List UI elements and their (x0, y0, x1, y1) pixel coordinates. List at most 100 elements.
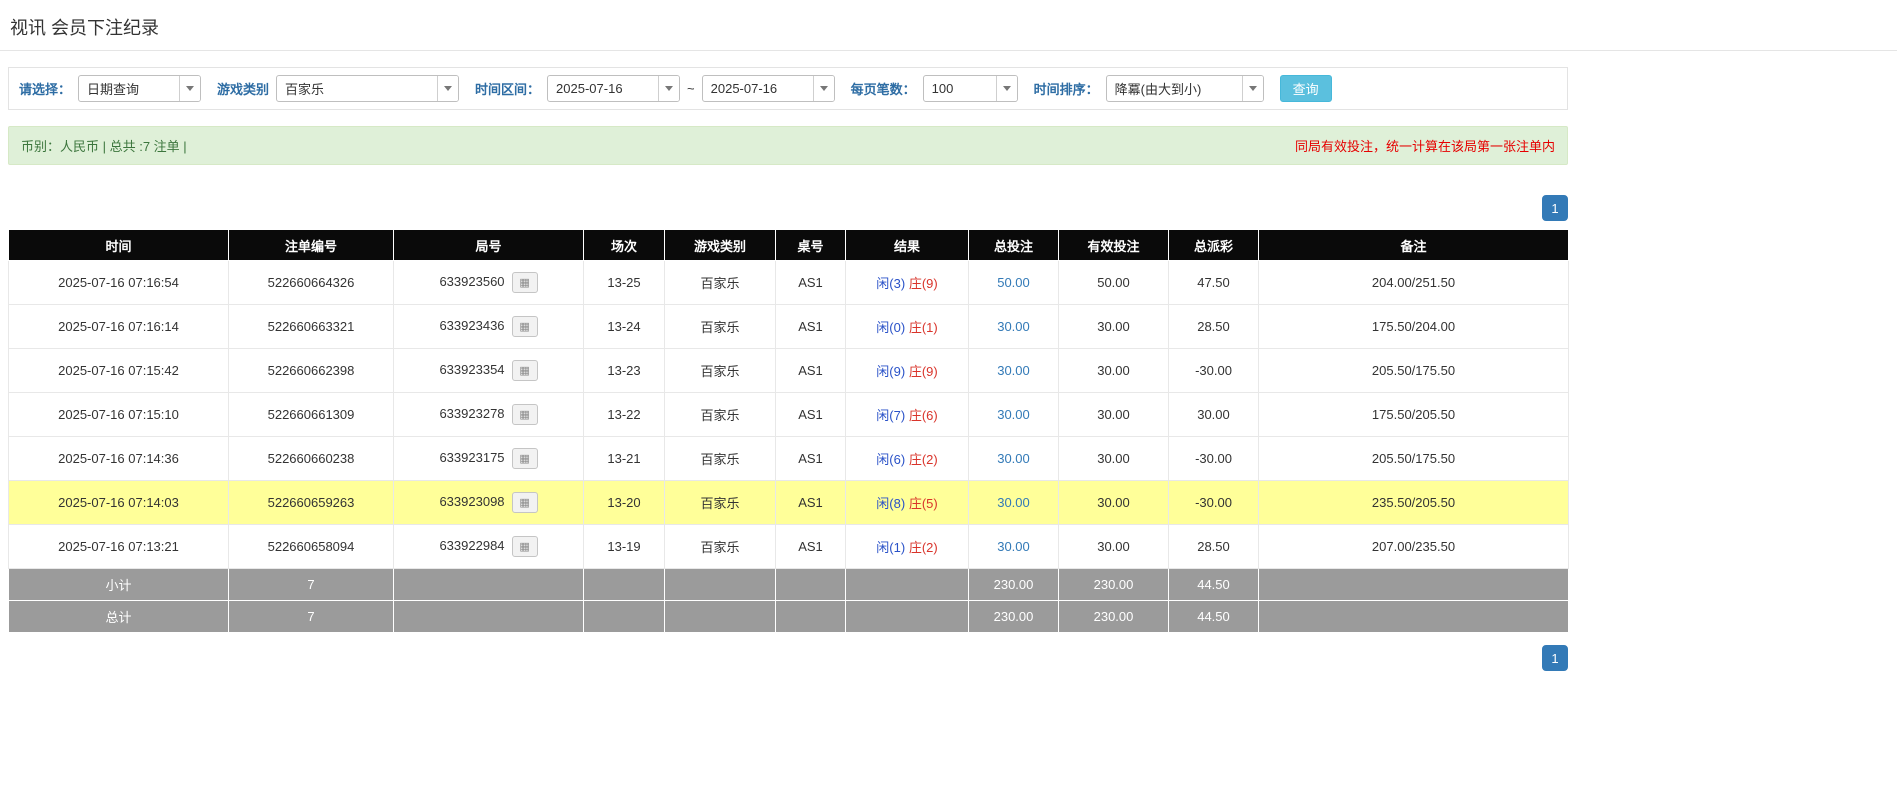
date-from-input[interactable]: 2025-07-16 (547, 75, 680, 102)
bet-table-foot: 小计7230.00230.0044.50总计7230.00230.0044.50 (9, 569, 1569, 633)
table-header-row: 时间注单编号局号场次游戏类别桌号结果总投注有效投注总派彩备注 (9, 230, 1569, 261)
total-bet-link[interactable]: 30.00 (997, 407, 1030, 422)
table-no-cell: AS1 (776, 481, 846, 525)
round-id-cell: 633923436 ▦ (394, 305, 584, 349)
total-bet-link[interactable]: 30.00 (997, 363, 1030, 378)
round-detail-icon[interactable]: ▦ (512, 536, 538, 557)
round-detail-icon[interactable]: ▦ (512, 404, 538, 425)
table-row: 2025-07-16 07:14:36522660660238633923175… (9, 437, 1569, 481)
result-cell: 闲(0) 庄(1) (846, 305, 969, 349)
round-detail-icon[interactable]: ▦ (512, 272, 538, 293)
player-result: 闲(0) (876, 320, 905, 335)
note-cell: 207.00/235.50 (1259, 525, 1569, 569)
chevron-down-icon[interactable] (437, 76, 458, 101)
table-no-cell: AS1 (776, 349, 846, 393)
banker-result: 庄(9) (909, 364, 938, 379)
total-row: 总计7230.00230.0044.50 (9, 601, 1569, 633)
bet-id-cell: 522660664326 (229, 261, 394, 305)
session-cell: 13-20 (584, 481, 665, 525)
time-cell: 2025-07-16 07:14:36 (9, 437, 229, 481)
page-1-button[interactable]: 1 (1542, 645, 1568, 671)
date-mode-value: 日期查询 (79, 76, 179, 101)
page-size-select[interactable]: 100 (923, 75, 1018, 102)
chevron-down-icon[interactable] (1242, 76, 1263, 101)
table-row: 2025-07-16 07:16:54522660664326633923560… (9, 261, 1569, 305)
bet-id-cell: 522660660238 (229, 437, 394, 481)
game-type-cell: 百家乐 (665, 481, 776, 525)
time-cell: 2025-07-16 07:16:54 (9, 261, 229, 305)
session-cell: 13-21 (584, 437, 665, 481)
filter-bar: 请选择： 日期查询 游戏类别 百家乐 时间区间： 2025-07-16 ~ 20… (8, 67, 1568, 110)
round-id-cell: 633923175▦ (394, 437, 584, 481)
total-cell (1259, 601, 1569, 633)
round-id-cell: 633923560 ▦ (394, 261, 584, 305)
filter-group-sort: 时间排序： 降冪(由大到小) (1034, 75, 1264, 102)
total-bet-link[interactable]: 30.00 (997, 451, 1030, 466)
bet-id-cell: 522660663321 (229, 305, 394, 349)
chevron-down-icon[interactable] (658, 76, 679, 101)
valid-bet-cell: 30.00 (1059, 437, 1169, 481)
player-result: 闲(9) (876, 364, 905, 379)
total-bet-link[interactable]: 30.00 (997, 495, 1030, 510)
bet-id-cell: 522660659263 (229, 481, 394, 525)
total-bet-cell: 30.00 (969, 305, 1059, 349)
game-type-cell: 百家乐 (665, 305, 776, 349)
column-header: 局号 (394, 230, 584, 261)
subtotal-cell: 44.50 (1169, 569, 1259, 601)
column-header: 游戏类别 (665, 230, 776, 261)
payout-cell: 28.50 (1169, 525, 1259, 569)
banker-result: 庄(9) (909, 276, 938, 291)
subtotal-cell (584, 569, 665, 601)
table-no-cell: AS1 (776, 525, 846, 569)
chevron-down-icon[interactable] (179, 76, 200, 101)
filter-group-pagesize: 每页笔数： 100 (851, 75, 1018, 102)
player-result: 闲(3) (876, 276, 905, 291)
note-cell: 205.50/175.50 (1259, 437, 1569, 481)
time-range-label: 时间区间： (475, 79, 540, 98)
column-header: 时间 (9, 230, 229, 261)
banker-result: 庄(2) (909, 452, 938, 467)
game-type-select[interactable]: 百家乐 (276, 75, 459, 102)
date-to-input[interactable]: 2025-07-16 (702, 75, 835, 102)
chevron-down-icon[interactable] (996, 76, 1017, 101)
currency-summary-text: 币别：人民币 | 总共 :7 注单 | (21, 136, 187, 155)
sort-select[interactable]: 降冪(由大到小) (1106, 75, 1264, 102)
result-cell: 闲(7) 庄(6) (846, 393, 969, 437)
bet-records-table: 时间注单编号局号场次游戏类别桌号结果总投注有效投注总派彩备注 2025-07-1… (8, 229, 1569, 633)
filter-group-daterange: 时间区间： 2025-07-16 ~ 2025-07-16 (475, 75, 835, 102)
page-1-button[interactable]: 1 (1542, 195, 1568, 221)
payout-cell: 28.50 (1169, 305, 1259, 349)
valid-bet-cell: 30.00 (1059, 349, 1169, 393)
total-bet-cell: 30.00 (969, 393, 1059, 437)
note-cell: 235.50/205.50 (1259, 481, 1569, 525)
banker-result: 庄(5) (909, 496, 938, 511)
game-type-cell: 百家乐 (665, 393, 776, 437)
page-title: 视讯 会员下注纪录 (0, 0, 1897, 50)
total-cell: 230.00 (1059, 601, 1169, 633)
subtotal-cell (846, 569, 969, 601)
total-bet-link[interactable]: 30.00 (997, 319, 1030, 334)
round-detail-icon[interactable]: ▦ (512, 492, 538, 513)
subtotal-cell (394, 569, 584, 601)
round-id: 633922984 (439, 538, 504, 553)
valid-bet-cell: 30.00 (1059, 393, 1169, 437)
chevron-down-icon[interactable] (813, 76, 834, 101)
total-bet-link[interactable]: 30.00 (997, 539, 1030, 554)
round-id: 633923278 (439, 406, 504, 421)
round-id: 633923560 (439, 274, 504, 289)
search-button[interactable]: 查询 (1280, 75, 1332, 102)
round-detail-icon[interactable]: ▦ (512, 360, 538, 381)
valid-bet-cell: 30.00 (1059, 525, 1169, 569)
round-id: 633923436 (439, 318, 504, 333)
subtotal-cell (1259, 569, 1569, 601)
round-detail-icon[interactable]: ▦ (512, 448, 538, 469)
table-no-cell: AS1 (776, 261, 846, 305)
note-cell: 204.00/251.50 (1259, 261, 1569, 305)
total-bet-cell: 30.00 (969, 437, 1059, 481)
result-cell: 闲(6) 庄(2) (846, 437, 969, 481)
round-detail-icon[interactable]: ▦ (512, 316, 538, 337)
summary-bar: 币别：人民币 | 总共 :7 注单 | 同局有效投注，统一计算在该局第一张注单内 (8, 126, 1568, 165)
date-mode-select[interactable]: 日期查询 (78, 75, 201, 102)
total-bet-link[interactable]: 50.00 (997, 275, 1030, 290)
subtotal-cell: 7 (229, 569, 394, 601)
